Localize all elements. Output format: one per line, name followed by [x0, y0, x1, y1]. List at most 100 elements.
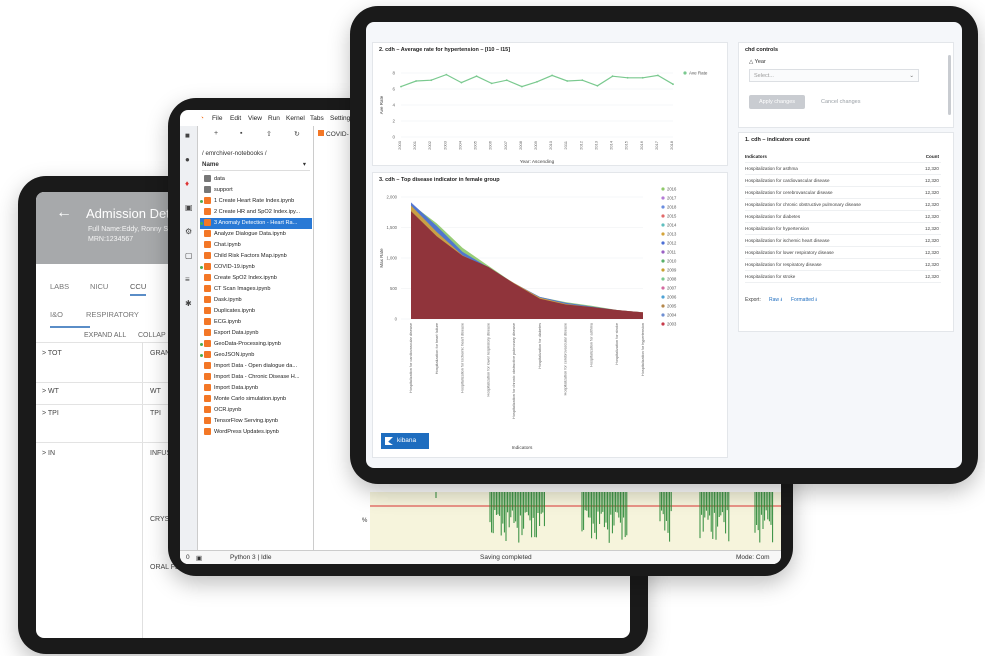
scrollbar[interactable] [948, 55, 951, 115]
legend-label[interactable]: 2013 [667, 231, 677, 236]
legend-label[interactable]: Ave Rate [689, 71, 708, 76]
legend-label[interactable]: 2008 [667, 276, 677, 281]
legend-label[interactable]: 2004 [667, 312, 677, 317]
legend-label[interactable]: 2009 [667, 267, 677, 272]
legend-label[interactable]: 2016 [667, 186, 677, 191]
legend-label[interactable]: 2003 [667, 321, 677, 326]
new-folder-icon[interactable]: ▪ [240, 130, 242, 137]
kernel-status[interactable]: Python 3 | Idle [230, 554, 271, 561]
col-indicators[interactable]: Indicators [745, 154, 767, 159]
menu-file[interactable]: File [212, 115, 222, 122]
data-point[interactable] [460, 81, 463, 84]
data-point[interactable] [490, 82, 493, 85]
file-row[interactable]: Analyze Dialogue Data.ipynb [200, 229, 312, 240]
data-point[interactable] [566, 80, 569, 82]
file-row[interactable]: ECG.ipynb [200, 317, 312, 328]
export-raw-link[interactable]: Raw ⭳ [769, 297, 782, 305]
legend-label[interactable]: 2007 [667, 285, 677, 290]
commands-icon[interactable]: ▣ [185, 204, 193, 212]
apply-changes-button[interactable]: Apply changes [749, 95, 805, 109]
subtab-respiratory[interactable]: RESPIRATORY [86, 310, 139, 319]
data-point[interactable] [536, 80, 538, 83]
name-column-header[interactable]: Name ▾ [202, 161, 310, 171]
legend-label[interactable]: 2010 [667, 258, 677, 263]
file-row[interactable]: Import Data - Open dialogue da... [200, 361, 312, 372]
file-row[interactable]: TensorFlow Serving.ipynb [200, 416, 312, 427]
file-row[interactable]: COVID-19.ipynb [200, 262, 312, 273]
data-point[interactable] [505, 79, 508, 82]
new-launcher-icon[interactable]: + [214, 130, 218, 137]
kibana-badge[interactable]: kibana [381, 433, 429, 449]
export-formatted-link[interactable]: Formatted ⭳ [791, 297, 817, 305]
data-point[interactable] [672, 83, 674, 86]
year-select[interactable]: Select... ⌄ [749, 69, 919, 82]
legend-label[interactable]: 2011 [667, 249, 677, 254]
tab-nicu[interactable]: NICU [90, 282, 108, 291]
data-point[interactable] [475, 75, 478, 78]
file-row[interactable]: Dask.ipynb [200, 295, 312, 306]
col-count[interactable]: Count [926, 151, 939, 163]
legend-label[interactable]: 2017 [667, 195, 677, 200]
file-row[interactable]: Child Risk Factors Map.ipynb [200, 251, 312, 262]
back-arrow-icon[interactable]: ← [56, 204, 72, 222]
file-row[interactable]: Monte Carlo simulation.ipynb [200, 394, 312, 405]
notebook-tab[interactable]: COVID- [318, 130, 349, 138]
file-row[interactable]: WordPress Updates.ipynb [200, 427, 312, 438]
file-row[interactable]: 3 Anomaly Detection - Heart Ra... [200, 218, 312, 229]
folder-icon[interactable]: ■ [185, 132, 193, 140]
data-point[interactable] [656, 74, 659, 77]
running-icon[interactable]: ● [185, 156, 193, 164]
tab-labs[interactable]: LABS [50, 282, 69, 291]
row-in[interactable]: > IN [42, 450, 55, 457]
file-row[interactable]: Create SpO2 Index.ipynb [200, 273, 312, 284]
collapse-all-button[interactable]: COLLAP [138, 332, 166, 339]
file-row[interactable]: GeoData-Processing.ipynb [200, 339, 312, 350]
toc-icon[interactable]: ≡ [185, 276, 193, 284]
expand-all-button[interactable]: EXPAND ALL [84, 332, 126, 339]
file-row[interactable]: Import Data.ipynb [200, 383, 312, 394]
property-inspector-icon[interactable]: ⚙ [185, 228, 193, 236]
data-point[interactable] [596, 84, 599, 87]
file-row[interactable]: CT Scan Images.ipynb [200, 284, 312, 295]
data-point[interactable] [611, 75, 614, 78]
data-point[interactable] [520, 85, 523, 88]
file-row[interactable]: 1 Create Heart Rate Index.ipynb [200, 196, 312, 207]
refresh-icon[interactable]: ↻ [294, 130, 300, 138]
file-row[interactable]: 2 Create HR and SpO2 Index.ipy... [200, 207, 312, 218]
menu-view[interactable]: View [248, 115, 262, 122]
file-row[interactable]: Import Data - Chronic Disease H... [200, 372, 312, 383]
tabs-icon[interactable]: ▢ [185, 252, 193, 260]
data-point[interactable] [626, 76, 629, 79]
data-point[interactable] [415, 80, 418, 82]
data-point[interactable] [581, 79, 584, 82]
legend-label[interactable]: 2005 [667, 303, 677, 308]
legend-label[interactable]: 2015 [667, 213, 677, 218]
data-point[interactable] [430, 79, 433, 82]
menu-edit[interactable]: Edit [230, 115, 241, 122]
file-row[interactable]: support [200, 185, 312, 196]
data-point[interactable] [445, 73, 448, 76]
row-wt[interactable]: > WT [42, 388, 59, 395]
data-point[interactable] [551, 74, 554, 77]
extension-icon[interactable]: ✱ [185, 300, 193, 308]
file-row[interactable]: Duplicates.ipynb [200, 306, 312, 317]
row-tot[interactable]: > TOT [42, 350, 62, 357]
git-icon[interactable]: ♦ [185, 180, 193, 188]
upload-icon[interactable]: ⇧ [266, 130, 272, 138]
menu-tabs[interactable]: Tabs [310, 115, 324, 122]
legend-label[interactable]: 2012 [667, 240, 677, 245]
file-row[interactable]: Export Data.ipynb [200, 328, 312, 339]
menu-kernel[interactable]: Kernel [286, 115, 305, 122]
data-point[interactable] [641, 76, 644, 79]
file-row[interactable]: Chat.ipynb [200, 240, 312, 251]
file-row[interactable]: OCR.ipynb [200, 405, 312, 416]
legend-label[interactable]: 2006 [667, 294, 677, 299]
cancel-changes-button[interactable]: Cancel changes [821, 99, 860, 105]
legend-label[interactable]: 2018 [667, 204, 677, 209]
file-row[interactable]: GeoJSON.ipynb [200, 350, 312, 361]
subtab-io[interactable]: I&O [50, 310, 63, 319]
breadcrumb[interactable]: / emrchiver-notebooks / [202, 150, 267, 157]
row-tpi[interactable]: > TPI [42, 410, 59, 417]
data-point[interactable] [400, 85, 402, 88]
legend-label[interactable]: 2014 [667, 222, 677, 227]
